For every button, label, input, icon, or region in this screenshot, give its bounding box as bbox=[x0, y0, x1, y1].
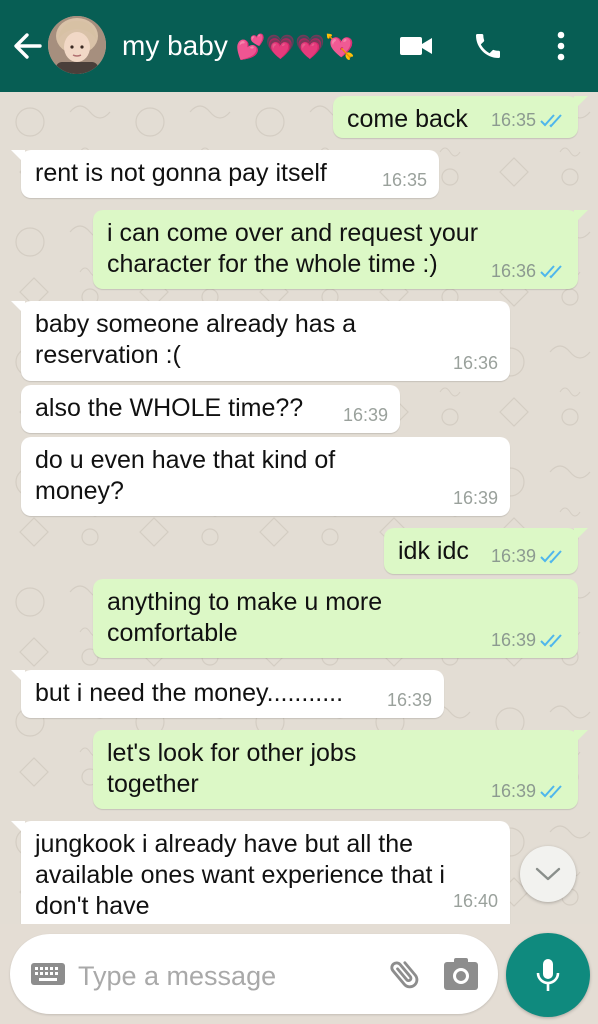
message-meta: 16:39 bbox=[491, 630, 566, 650]
read-ticks-icon bbox=[540, 265, 562, 279]
chat-header: my baby 💕💗💗💘 bbox=[0, 0, 598, 92]
message-time: 16:36 bbox=[452, 353, 498, 373]
keyboard-icon[interactable] bbox=[30, 962, 66, 986]
contact-name[interactable]: my baby 💕💗💗💘 bbox=[122, 28, 355, 65]
mic-icon bbox=[536, 959, 560, 991]
message-time: 16:35 bbox=[381, 170, 427, 190]
message-bubble[interactable]: rent is not gonna pay itself 16:35 bbox=[11, 150, 439, 198]
message-input[interactable]: Type a message bbox=[10, 934, 498, 1014]
message-bubble[interactable]: also the WHOLE time?? 16:39 bbox=[21, 385, 400, 433]
message-time: 16:39 bbox=[490, 546, 536, 566]
video-call-icon bbox=[400, 37, 432, 55]
read-ticks-icon bbox=[540, 634, 562, 648]
message-bubble[interactable]: but i need the money........... 16:39 bbox=[11, 670, 444, 718]
message-time: 16:39 bbox=[342, 405, 388, 425]
message-meta: 16:35 bbox=[382, 170, 427, 190]
read-ticks-icon bbox=[540, 550, 562, 564]
read-ticks-icon bbox=[540, 785, 562, 799]
message-meta: 16:39 bbox=[387, 690, 432, 710]
chevron-down-icon bbox=[535, 867, 561, 881]
message-bubble[interactable]: idk idc 16:39 bbox=[384, 528, 588, 574]
message-bubble[interactable]: jungkook i already have but all the avai… bbox=[11, 821, 510, 924]
back-button[interactable] bbox=[10, 26, 44, 66]
attach-icon[interactable] bbox=[386, 954, 424, 994]
message-meta: 16:39 bbox=[453, 488, 498, 508]
message-text: jungkook i already have but all the avai… bbox=[35, 830, 445, 920]
more-options-icon bbox=[557, 31, 565, 61]
message-list[interactable]: come back 16:35 rent is not gonna pay it… bbox=[0, 92, 598, 924]
message-meta: 16:39 bbox=[491, 546, 566, 566]
message-text: also the WHOLE time?? bbox=[35, 394, 304, 422]
camera-icon[interactable] bbox=[442, 956, 480, 992]
video-call-button[interactable] bbox=[398, 24, 434, 68]
message-bubble[interactable]: come back 16:35 bbox=[333, 96, 588, 138]
message-bubble[interactable]: let's look for other jobs together 16:39 bbox=[93, 730, 588, 809]
message-time: 16:39 bbox=[490, 630, 536, 650]
voice-call-button[interactable] bbox=[470, 24, 506, 68]
composer-bar: Type a message bbox=[0, 924, 598, 1024]
message-meta: 16:36 bbox=[453, 353, 498, 373]
message-time: 16:39 bbox=[452, 488, 498, 508]
message-bubble[interactable]: do u even have that kind of money? 16:39 bbox=[21, 437, 510, 516]
message-time: 16:40 bbox=[452, 891, 498, 911]
message-text: baby someone already has a reservation :… bbox=[35, 310, 357, 369]
message-meta: 16:39 bbox=[491, 781, 566, 801]
message-placeholder: Type a message bbox=[78, 961, 277, 991]
message-time: 16:35 bbox=[490, 110, 536, 130]
message-bubble[interactable]: baby someone already has a reservation :… bbox=[11, 301, 510, 381]
message-meta: 16:40 bbox=[453, 891, 498, 911]
voice-call-icon bbox=[476, 34, 500, 58]
message-time: 16:39 bbox=[386, 690, 432, 710]
message-text: but i need the money........... bbox=[35, 679, 344, 707]
message-meta: 16:39 bbox=[343, 405, 388, 425]
message-meta: 16:36 bbox=[491, 261, 566, 281]
message-bubble[interactable]: i can come over and request your charact… bbox=[93, 210, 588, 289]
contact-name-text: my baby bbox=[122, 30, 228, 61]
message-bubble[interactable]: anything to make u more comfortable 16:3… bbox=[93, 579, 578, 658]
back-arrow-icon bbox=[14, 33, 42, 59]
scroll-to-bottom-button[interactable] bbox=[520, 846, 576, 902]
avatar[interactable] bbox=[48, 16, 106, 74]
read-ticks-icon bbox=[540, 114, 562, 128]
more-options-button[interactable] bbox=[550, 24, 572, 68]
contact-emojis: 💕💗💗💘 bbox=[235, 33, 356, 61]
message-time: 16:36 bbox=[490, 261, 536, 281]
message-meta: 16:35 bbox=[491, 110, 566, 130]
message-time: 16:39 bbox=[490, 781, 536, 801]
voice-message-button[interactable] bbox=[506, 933, 590, 1017]
message-text: do u even have that kind of money? bbox=[35, 446, 336, 505]
message-text: rent is not gonna pay itself bbox=[35, 159, 327, 187]
